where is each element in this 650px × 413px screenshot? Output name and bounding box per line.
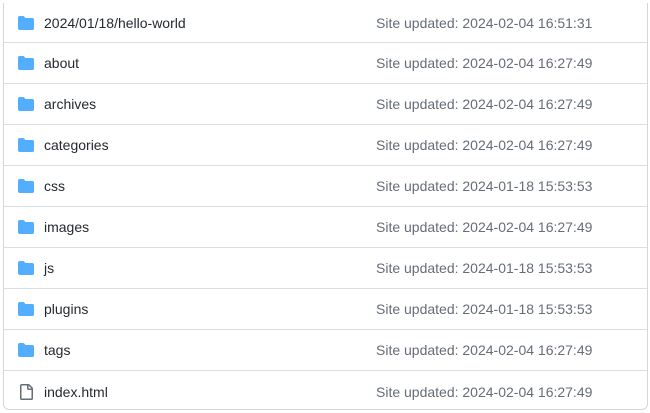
folder-icon [18,96,34,112]
file-row-plugins[interactable]: plugins Site updated: 2024-01-18 15:53:5… [4,289,647,330]
file-row-tags[interactable]: tags Site updated: 2024-02-04 16:27:49 [4,330,647,371]
file-row-archives[interactable]: archives Site updated: 2024-02-04 16:27:… [4,84,647,125]
folder-icon [18,260,34,276]
commit-message-link[interactable]: Site updated: 2024-01-18 15:53:53 [376,301,592,317]
file-name-link[interactable]: archives [44,96,96,112]
commit-message-link[interactable]: Site updated: 2024-01-18 15:53:53 [376,260,592,276]
file-name-link[interactable]: js [44,260,54,276]
file-name-link[interactable]: images [44,219,89,235]
commit-message-link[interactable]: Site updated: 2024-02-04 16:27:49 [376,219,592,235]
file-row-categories[interactable]: categories Site updated: 2024-02-04 16:2… [4,125,647,166]
folder-icon [18,55,34,71]
file-row-hello-world[interactable]: 2024/01/18/hello-world Site updated: 202… [4,3,647,43]
file-name-link[interactable]: css [44,178,65,194]
folder-icon [18,15,34,31]
file-icon [18,383,34,400]
file-name-link[interactable]: about [44,55,79,71]
file-name-link[interactable]: 2024/01/18/hello-world [44,15,186,31]
commit-message-link[interactable]: Site updated: 2024-01-18 15:53:53 [376,178,592,194]
file-row-about[interactable]: about Site updated: 2024-02-04 16:27:49 [4,43,647,84]
folder-icon [18,342,34,358]
folder-icon [18,137,34,153]
commit-message-link[interactable]: Site updated: 2024-02-04 16:27:49 [376,55,592,71]
file-name-link[interactable]: index.html [44,384,108,400]
file-name-link[interactable]: tags [44,342,70,358]
commit-message-link[interactable]: Site updated: 2024-02-04 16:51:31 [376,15,592,31]
folder-icon [18,219,34,235]
folder-icon [18,178,34,194]
commit-message-link[interactable]: Site updated: 2024-02-04 16:27:49 [376,137,592,153]
file-row-index-html[interactable]: index.html Site updated: 2024-02-04 16:2… [4,371,647,409]
file-row-css[interactable]: css Site updated: 2024-01-18 15:53:53 [4,166,647,207]
commit-message-link[interactable]: Site updated: 2024-02-04 16:27:49 [376,342,592,358]
commit-message-link[interactable]: Site updated: 2024-02-04 16:27:49 [376,384,592,400]
file-row-js[interactable]: js Site updated: 2024-01-18 15:53:53 [4,248,647,289]
folder-icon [18,301,34,317]
file-list: 2024/01/18/hello-world Site updated: 202… [3,3,648,410]
file-row-images[interactable]: images Site updated: 2024-02-04 16:27:49 [4,207,647,248]
file-name-link[interactable]: categories [44,137,109,153]
commit-message-link[interactable]: Site updated: 2024-02-04 16:27:49 [376,96,592,112]
file-name-link[interactable]: plugins [44,301,88,317]
